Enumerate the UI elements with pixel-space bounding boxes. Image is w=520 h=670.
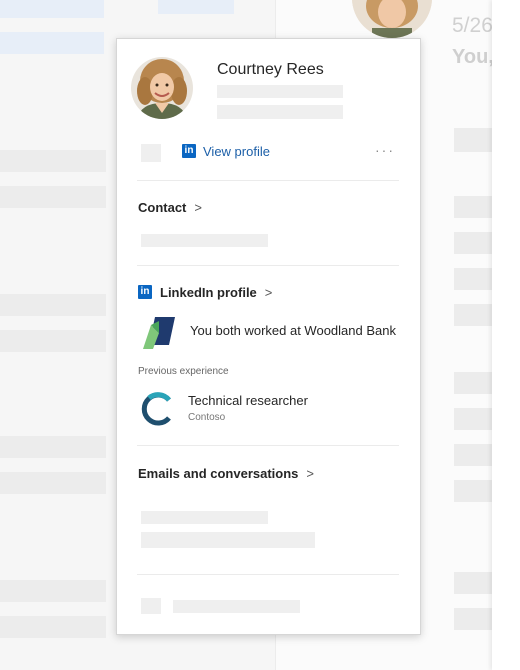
reading-placeholder <box>454 268 492 290</box>
reading-placeholder <box>454 480 492 502</box>
view-profile-link[interactable]: View profile <box>203 144 270 159</box>
role-title: Technical researcher <box>188 393 308 408</box>
list-placeholder <box>0 150 106 172</box>
reading-placeholder <box>454 196 492 218</box>
message-date: 5/26 <box>452 14 493 37</box>
footer-placeholder <box>173 600 300 613</box>
linkedin-section-header[interactable]: LinkedIn profile > <box>160 285 272 300</box>
list-placeholder <box>158 0 234 14</box>
reading-placeholder <box>454 372 492 394</box>
reading-placeholder <box>454 408 492 430</box>
avatar[interactable] <box>131 57 193 119</box>
contact-name: Courtney Rees <box>217 61 324 78</box>
reading-placeholder <box>454 128 492 152</box>
chevron-right-icon: > <box>306 466 314 481</box>
previous-experience-label: Previous experience <box>138 366 229 377</box>
action-icon-placeholder[interactable] <box>141 144 161 162</box>
reading-placeholder <box>454 304 492 326</box>
list-placeholder <box>0 472 106 494</box>
list-placeholder <box>0 32 104 54</box>
list-placeholder <box>0 330 106 352</box>
linkedin-heading: LinkedIn profile <box>160 285 257 300</box>
list-placeholder <box>0 580 106 602</box>
divider <box>137 574 399 575</box>
list-placeholder <box>0 436 106 458</box>
list-placeholder <box>0 616 106 638</box>
title-placeholder <box>217 85 343 98</box>
linkedin-icon: in <box>138 285 152 299</box>
chevron-right-icon: > <box>264 285 273 300</box>
emails-heading: Emails and conversations <box>138 466 299 481</box>
divider <box>137 445 399 446</box>
department-placeholder <box>217 105 343 119</box>
reading-placeholder <box>454 232 492 254</box>
list-placeholder <box>0 0 104 18</box>
email-placeholder <box>141 511 268 524</box>
emails-section-header[interactable]: Emails and conversations > <box>138 466 314 481</box>
role-company: Contoso <box>188 412 226 423</box>
chevron-right-icon: > <box>194 200 202 215</box>
window-edge <box>492 0 520 670</box>
contact-heading: Contact <box>138 200 187 215</box>
reading-placeholder <box>454 608 492 630</box>
list-placeholder <box>0 186 106 208</box>
divider <box>137 265 399 266</box>
reading-placeholder <box>454 444 492 466</box>
contact-info-placeholder <box>141 234 268 247</box>
linkedin-icon: in <box>182 144 196 158</box>
profile-card: Courtney Rees in View profile ··· Contac… <box>116 38 421 635</box>
divider <box>137 180 399 181</box>
message-sender: You, <box>452 46 494 68</box>
email-placeholder <box>141 532 315 548</box>
contoso-logo-icon <box>139 391 175 427</box>
more-options-icon[interactable]: ··· <box>375 142 395 158</box>
list-placeholder <box>0 294 106 316</box>
woodland-bank-logo-icon <box>141 315 177 351</box>
shared-connection-text: You both worked at Woodland Bank <box>190 323 396 338</box>
reading-placeholder <box>454 572 492 594</box>
footer-icon-placeholder <box>141 598 161 614</box>
contact-section-header[interactable]: Contact > <box>138 200 202 215</box>
